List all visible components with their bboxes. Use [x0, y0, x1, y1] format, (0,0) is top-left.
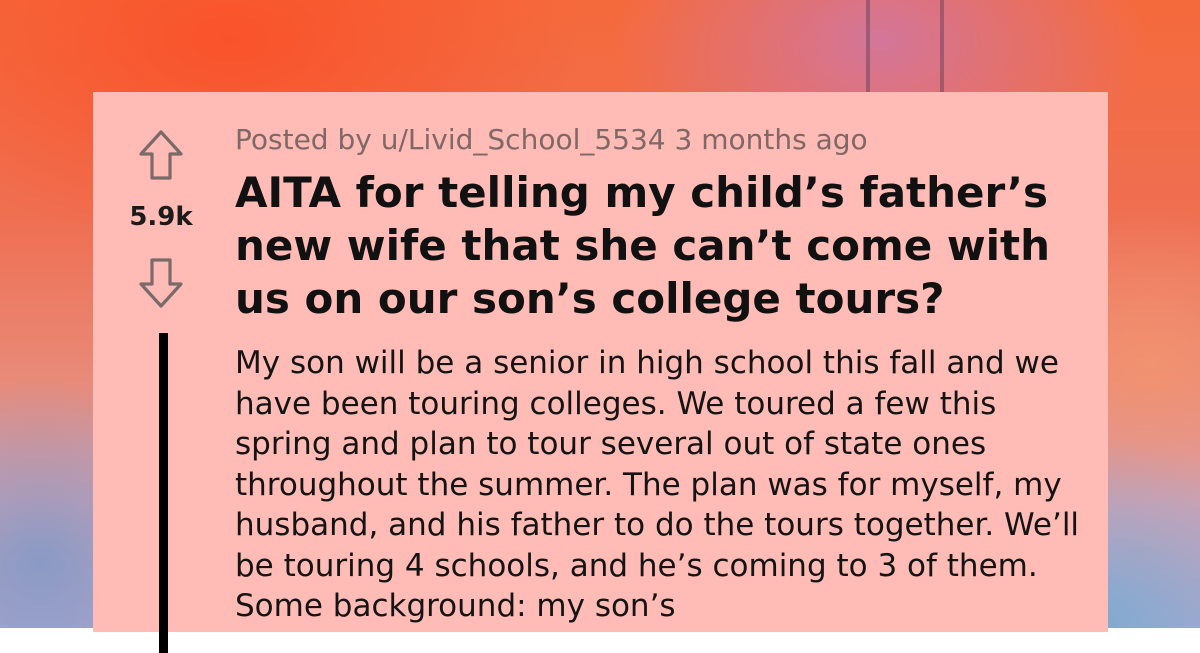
- thread-line: [159, 333, 168, 653]
- arrow-up-icon[interactable]: [136, 128, 186, 182]
- posted-by-meta[interactable]: Posted by u/Livid_School_5534 3 months a…: [235, 122, 1085, 158]
- arrow-down-icon[interactable]: [136, 256, 186, 310]
- reddit-post-card: 5.9k Posted by u/Livid_School_5534 3 mon…: [93, 92, 1108, 653]
- vote-count: 5.9k: [129, 202, 193, 232]
- vote-column: 5.9k: [93, 92, 233, 653]
- background-stripe: [940, 0, 944, 95]
- post-body: My son will be a senior in high school t…: [235, 345, 1080, 625]
- post-title[interactable]: AITA for telling my child’s father’s new…: [235, 166, 1085, 325]
- background-stripe: [866, 0, 870, 95]
- post-content: Posted by u/Livid_School_5534 3 months a…: [235, 122, 1085, 627]
